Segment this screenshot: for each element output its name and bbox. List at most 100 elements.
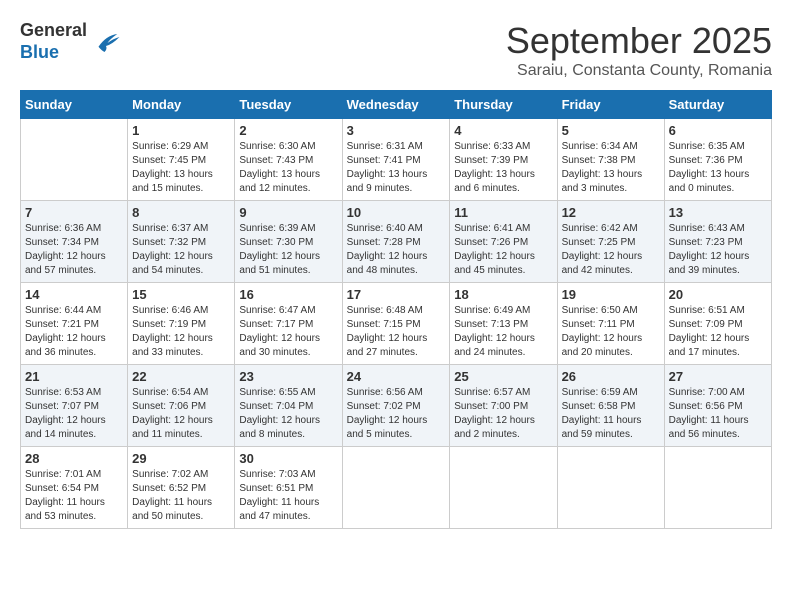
day-number: 3: [347, 123, 446, 138]
calendar-cell: 1 Sunrise: 6:29 AM Sunset: 7:45 PM Daylig…: [128, 119, 235, 201]
day-number: 4: [454, 123, 552, 138]
day-number: 13: [669, 205, 767, 220]
calendar-cell: [557, 447, 664, 529]
day-number: 1: [132, 123, 230, 138]
day-info: Sunrise: 6:35 AM Sunset: 7:36 PM Dayligh…: [669, 140, 767, 196]
calendar-cell: 3 Sunrise: 6:31 AM Sunset: 7:41 PM Daylig…: [342, 119, 450, 201]
day-number: 30: [239, 451, 337, 466]
day-number: 29: [132, 451, 230, 466]
calendar-cell: 20Sunrise: 6:51 AM Sunset: 7:09 PM Dayli…: [664, 283, 771, 365]
calendar-cell: [21, 119, 128, 201]
day-number: 14: [25, 287, 123, 302]
day-info: Sunrise: 6:54 AM Sunset: 7:06 PM Dayligh…: [132, 386, 230, 442]
day-info: Sunrise: 6:31 AM Sunset: 7:41 PM Dayligh…: [347, 140, 446, 196]
calendar-cell: [342, 447, 450, 529]
day-number: 25: [454, 369, 552, 384]
day-number: 27: [669, 369, 767, 384]
day-number: 2: [239, 123, 337, 138]
calendar-cell: 7 Sunrise: 6:36 AM Sunset: 7:34 PM Daylig…: [21, 201, 128, 283]
calendar-cell: 26 Sunrise: 6:59 AM Sunset: 6:58 PM Dayli…: [557, 365, 664, 447]
day-number: 7: [25, 205, 123, 220]
day-info: Sunrise: 6:43 AM Sunset: 7:23 PM Dayligh…: [669, 222, 767, 278]
day-info: Sunrise: 7:02 AM Sunset: 6:52 PM Dayligh…: [132, 468, 230, 524]
location-title: Saraiu, Constanta County, Romania: [506, 62, 772, 80]
day-number: 19: [562, 287, 660, 302]
day-info: Sunrise: 6:34 AM Sunset: 7:38 PM Dayligh…: [562, 140, 660, 196]
day-info: Sunrise: 6:29 AM Sunset: 7:45 PM Dayligh…: [132, 140, 230, 196]
day-of-week-header: Sunday: [21, 91, 128, 119]
day-number: 12: [562, 205, 660, 220]
calendar-table: SundayMondayTuesdayWednesdayThursdayFrid…: [20, 90, 772, 529]
calendar-week-row: 7 Sunrise: 6:36 AM Sunset: 7:34 PM Daylig…: [21, 201, 772, 283]
calendar-cell: 4 Sunrise: 6:33 AM Sunset: 7:39 PM Daylig…: [450, 119, 557, 201]
calendar-week-row: 14 Sunrise: 6:44 AM Sunset: 7:21 PM Dayli…: [21, 283, 772, 365]
day-info: Sunrise: 6:44 AM Sunset: 7:21 PM Dayligh…: [25, 304, 123, 360]
calendar-week-row: 28 Sunrise: 7:01 AM Sunset: 6:54 PM Dayli…: [21, 447, 772, 529]
day-number: 9: [239, 205, 337, 220]
logo: General Blue: [20, 20, 121, 63]
day-of-week-header: Monday: [128, 91, 235, 119]
day-info: Sunrise: 6:47 AM Sunset: 7:17 PM Dayligh…: [239, 304, 337, 360]
calendar-cell: 12Sunrise: 6:42 AM Sunset: 7:25 PM Dayli…: [557, 201, 664, 283]
day-info: Sunrise: 6:51 AM Sunset: 7:09 PM Dayligh…: [669, 304, 767, 360]
calendar-cell: 30 Sunrise: 7:03 AM Sunset: 6:51 PM Dayli…: [235, 447, 342, 529]
calendar-cell: [450, 447, 557, 529]
day-number: 10: [347, 205, 446, 220]
logo-blue: Blue: [20, 42, 87, 64]
calendar-cell: 11 Sunrise: 6:41 AM Sunset: 7:26 PM Dayli…: [450, 201, 557, 283]
day-info: Sunrise: 7:01 AM Sunset: 6:54 PM Dayligh…: [25, 468, 123, 524]
day-info: Sunrise: 7:00 AM Sunset: 6:56 PM Dayligh…: [669, 386, 767, 442]
day-info: Sunrise: 6:59 AM Sunset: 6:58 PM Dayligh…: [562, 386, 660, 442]
calendar-week-row: 21 Sunrise: 6:53 AM Sunset: 7:07 PM Dayli…: [21, 365, 772, 447]
day-number: 28: [25, 451, 123, 466]
day-of-week-header: Thursday: [450, 91, 557, 119]
day-number: 11: [454, 205, 552, 220]
calendar-cell: 25 Sunrise: 6:57 AM Sunset: 7:00 PM Dayli…: [450, 365, 557, 447]
day-number: 6: [669, 123, 767, 138]
page-header: General Blue September 2025 Saraiu, Cons…: [20, 20, 772, 80]
calendar-cell: 6 Sunrise: 6:35 AM Sunset: 7:36 PM Daylig…: [664, 119, 771, 201]
calendar-cell: 22Sunrise: 6:54 AM Sunset: 7:06 PM Dayli…: [128, 365, 235, 447]
calendar-cell: [664, 447, 771, 529]
calendar-cell: 19 Sunrise: 6:50 AM Sunset: 7:11 PM Dayli…: [557, 283, 664, 365]
day-info: Sunrise: 6:37 AM Sunset: 7:32 PM Dayligh…: [132, 222, 230, 278]
day-info: Sunrise: 6:46 AM Sunset: 7:19 PM Dayligh…: [132, 304, 230, 360]
calendar-cell: 17Sunrise: 6:48 AM Sunset: 7:15 PM Dayli…: [342, 283, 450, 365]
calendar-cell: 18Sunrise: 6:49 AM Sunset: 7:13 PM Dayli…: [450, 283, 557, 365]
calendar-cell: 15 Sunrise: 6:46 AM Sunset: 7:19 PM Dayli…: [128, 283, 235, 365]
logo-general: General: [20, 20, 87, 42]
calendar-cell: 27 Sunrise: 7:00 AM Sunset: 6:56 PM Dayli…: [664, 365, 771, 447]
day-number: 5: [562, 123, 660, 138]
calendar-cell: 13 Sunrise: 6:43 AM Sunset: 7:23 PM Dayli…: [664, 201, 771, 283]
day-info: Sunrise: 6:33 AM Sunset: 7:39 PM Dayligh…: [454, 140, 552, 196]
day-info: Sunrise: 7:03 AM Sunset: 6:51 PM Dayligh…: [239, 468, 337, 524]
day-info: Sunrise: 6:57 AM Sunset: 7:00 PM Dayligh…: [454, 386, 552, 442]
calendar-cell: 2 Sunrise: 6:30 AM Sunset: 7:43 PM Daylig…: [235, 119, 342, 201]
day-number: 24: [347, 369, 446, 384]
day-of-week-header: Wednesday: [342, 91, 450, 119]
day-of-week-header: Saturday: [664, 91, 771, 119]
day-number: 15: [132, 287, 230, 302]
day-info: Sunrise: 6:41 AM Sunset: 7:26 PM Dayligh…: [454, 222, 552, 278]
calendar-cell: 28 Sunrise: 7:01 AM Sunset: 6:54 PM Dayli…: [21, 447, 128, 529]
day-of-week-header: Tuesday: [235, 91, 342, 119]
day-number: 8: [132, 205, 230, 220]
logo-bird-icon: [91, 28, 121, 58]
calendar-cell: 9Sunrise: 6:39 AM Sunset: 7:30 PM Daylig…: [235, 201, 342, 283]
calendar-week-row: 1 Sunrise: 6:29 AM Sunset: 7:45 PM Daylig…: [21, 119, 772, 201]
calendar-cell: 5 Sunrise: 6:34 AM Sunset: 7:38 PM Daylig…: [557, 119, 664, 201]
day-number: 26: [562, 369, 660, 384]
day-info: Sunrise: 6:50 AM Sunset: 7:11 PM Dayligh…: [562, 304, 660, 360]
calendar-cell: 8 Sunrise: 6:37 AM Sunset: 7:32 PM Daylig…: [128, 201, 235, 283]
day-info: Sunrise: 6:36 AM Sunset: 7:34 PM Dayligh…: [25, 222, 123, 278]
day-info: Sunrise: 6:30 AM Sunset: 7:43 PM Dayligh…: [239, 140, 337, 196]
calendar-cell: 29 Sunrise: 7:02 AM Sunset: 6:52 PM Dayli…: [128, 447, 235, 529]
day-info: Sunrise: 6:56 AM Sunset: 7:02 PM Dayligh…: [347, 386, 446, 442]
day-info: Sunrise: 6:49 AM Sunset: 7:13 PM Dayligh…: [454, 304, 552, 360]
day-number: 16: [239, 287, 337, 302]
calendar-cell: 23Sunrise: 6:55 AM Sunset: 7:04 PM Dayli…: [235, 365, 342, 447]
day-info: Sunrise: 6:53 AM Sunset: 7:07 PM Dayligh…: [25, 386, 123, 442]
day-number: 21: [25, 369, 123, 384]
day-info: Sunrise: 6:55 AM Sunset: 7:04 PM Dayligh…: [239, 386, 337, 442]
calendar-cell: 14 Sunrise: 6:44 AM Sunset: 7:21 PM Dayli…: [21, 283, 128, 365]
